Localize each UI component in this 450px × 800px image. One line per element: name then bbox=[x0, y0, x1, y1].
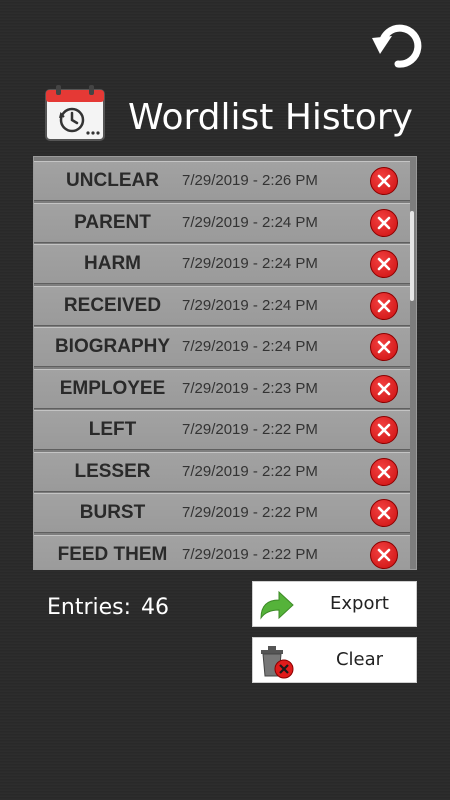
entries-value: 46 bbox=[141, 595, 170, 620]
clear-label: Clear bbox=[335, 649, 384, 670]
history-date: 7/29/2019 - 2:22 PM bbox=[182, 421, 318, 438]
history-date: 7/29/2019 - 2:24 PM bbox=[182, 296, 318, 314]
history-word: HARM bbox=[84, 253, 141, 274]
list-scrollbar[interactable] bbox=[410, 211, 414, 301]
close-icon bbox=[377, 506, 391, 520]
close-icon bbox=[377, 423, 391, 437]
entries-label: Entries: bbox=[47, 595, 132, 620]
delete-entry-button[interactable] bbox=[370, 250, 398, 278]
delete-entry-button[interactable] bbox=[370, 374, 398, 403]
history-word: FEED THEM bbox=[57, 543, 168, 565]
delete-entry-button[interactable] bbox=[370, 416, 398, 444]
history-word: EMPLOYEE bbox=[59, 377, 166, 399]
history-row[interactable]: BURST 7/29/2019 - 2:22 PM bbox=[34, 493, 410, 533]
history-date: 7/29/2019 - 2:24 PM bbox=[182, 255, 318, 272]
history-row[interactable]: FEED THEM 7/29/2019 - 2:22 PM bbox=[34, 534, 410, 569]
history-row[interactable]: PARENT 7/29/2019 - 2:24 PM bbox=[34, 202, 410, 243]
history-word: LESSER bbox=[74, 460, 151, 482]
calendar-history-icon bbox=[44, 84, 106, 142]
back-button[interactable] bbox=[368, 18, 428, 78]
history-date: 7/29/2019 - 2:23 PM bbox=[182, 379, 318, 397]
history-word: PARENT bbox=[74, 211, 151, 233]
history-list[interactable]: FEED THEM 7/29/2019 - 2:22 PM BURST 7/29/20… bbox=[33, 156, 417, 570]
export-button[interactable]: Export bbox=[252, 581, 417, 627]
history-date: 7/29/2019 - 2:26 PM bbox=[182, 172, 318, 189]
history-word: UNCLEAR bbox=[66, 170, 159, 191]
delete-entry-button[interactable] bbox=[370, 167, 398, 195]
history-row[interactable]: HARM 7/29/2019 - 2:24 PM bbox=[34, 244, 410, 284]
close-icon bbox=[377, 299, 391, 312]
entries-count: Entries: 46 bbox=[47, 592, 169, 624]
history-row[interactable]: EMPLOYEE 7/29/2019 - 2:23 PM bbox=[34, 368, 410, 409]
close-icon bbox=[377, 548, 391, 561]
history-word: RECEIVED bbox=[63, 294, 162, 316]
export-arrow-icon bbox=[260, 590, 294, 620]
delete-entry-button[interactable] bbox=[370, 333, 398, 361]
clear-button[interactable]: Clear bbox=[252, 637, 417, 683]
undo-arrow-icon bbox=[372, 24, 422, 68]
close-icon bbox=[377, 257, 391, 271]
history-row[interactable]: LESSER 7/29/2019 - 2:22 PM bbox=[34, 451, 410, 492]
page-title: Wordlist History bbox=[128, 97, 413, 138]
close-icon bbox=[377, 340, 391, 354]
history-row[interactable]: BIOGRAPHY 7/29/2019 - 2:24 PM bbox=[34, 327, 410, 367]
close-icon bbox=[377, 382, 391, 395]
history-word: BURST bbox=[79, 502, 146, 523]
delete-entry-button[interactable] bbox=[370, 499, 398, 527]
delete-entry-button[interactable] bbox=[370, 291, 398, 320]
history-date: 7/29/2019 - 2:22 PM bbox=[182, 545, 318, 563]
history-date: 7/29/2019 - 2:24 PM bbox=[182, 338, 318, 355]
history-word: BIOGRAPHY bbox=[54, 336, 171, 357]
history-row[interactable]: UNCLEAR 7/29/2019 - 2:26 PM bbox=[34, 161, 410, 201]
delete-entry-button[interactable] bbox=[370, 540, 398, 569]
close-icon bbox=[377, 216, 391, 229]
history-row[interactable]: LEFT 7/29/2019 - 2:22 PM bbox=[34, 410, 410, 450]
history-date: 7/29/2019 - 2:22 PM bbox=[182, 504, 318, 521]
history-date: 7/29/2019 - 2:22 PM bbox=[182, 462, 318, 480]
export-label: Export bbox=[330, 593, 389, 614]
history-row[interactable]: RECEIVED 7/29/2019 - 2:24 PM bbox=[34, 285, 410, 326]
trash-delete-icon bbox=[261, 646, 294, 679]
close-icon bbox=[377, 465, 391, 478]
delete-entry-button[interactable] bbox=[370, 208, 398, 237]
history-word: LEFT bbox=[88, 419, 137, 440]
delete-entry-button[interactable] bbox=[370, 457, 398, 486]
close-icon bbox=[377, 174, 391, 188]
history-date: 7/29/2019 - 2:24 PM bbox=[182, 213, 318, 231]
